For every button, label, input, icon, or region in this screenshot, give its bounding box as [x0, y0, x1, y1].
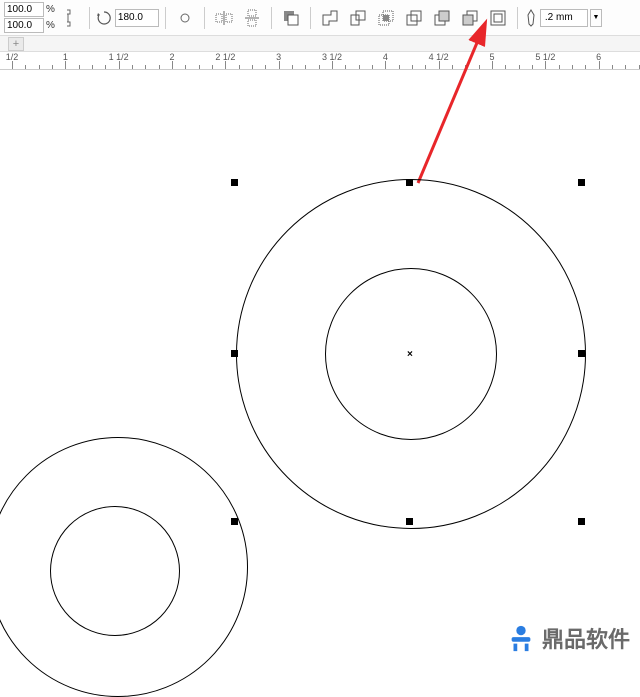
ruler-label: 4 1/2: [429, 52, 449, 62]
canvas-circle[interactable]: [50, 506, 180, 636]
selection-center-mark: ×: [407, 349, 413, 360]
scale-y-input[interactable]: [4, 18, 44, 33]
weld-icon[interactable]: [317, 5, 343, 31]
selection-handle[interactable]: [406, 518, 413, 525]
watermark-logo-icon: [506, 623, 536, 653]
back-minus-front-icon[interactable]: [457, 5, 483, 31]
outline-width-input[interactable]: [540, 9, 588, 27]
lock-ratio-icon[interactable]: [57, 5, 83, 31]
selection-handle[interactable]: [231, 518, 238, 525]
simplify-icon[interactable]: [401, 5, 427, 31]
divider: [271, 7, 272, 29]
divider: [310, 7, 311, 29]
add-tab-button[interactable]: +: [8, 37, 24, 51]
selection-handle[interactable]: [578, 179, 585, 186]
property-toolbar: % %: [0, 0, 640, 36]
ruler-label: 2: [169, 52, 174, 62]
scale-unit: %: [46, 20, 55, 31]
scale-x-input[interactable]: [4, 2, 44, 17]
ruler-label: 3: [276, 52, 281, 62]
ruler-label: 1 1/2: [109, 52, 129, 62]
selection-handle[interactable]: [578, 350, 585, 357]
circle-marker-icon[interactable]: [172, 5, 198, 31]
selection-handle[interactable]: [578, 518, 585, 525]
order-icon[interactable]: [278, 5, 304, 31]
pen-icon: [524, 9, 538, 27]
ruler-label: 3 1/2: [322, 52, 342, 62]
horizontal-ruler: 1/2 1 1 1/2 2 2 1/2 3 3 1/2 4 4 1/2 5 5 1/2 6: [0, 52, 640, 70]
scale-fields: % %: [4, 2, 55, 33]
outline-width-field: ▼: [524, 9, 602, 27]
document-tab-bar: +: [0, 36, 640, 52]
divider: [89, 7, 90, 29]
rotation-input[interactable]: [115, 9, 159, 27]
rotation-field: [96, 9, 159, 27]
ruler-label: 4: [383, 52, 388, 62]
ruler-label: 6: [596, 52, 601, 62]
boundary-icon[interactable]: [485, 5, 511, 31]
canvas-area[interactable]: ×: [0, 70, 640, 660]
outline-dropdown[interactable]: ▼: [590, 9, 602, 27]
ruler-label: 5 1/2: [535, 52, 555, 62]
watermark-text: 鼎品软件: [542, 622, 630, 654]
divider: [204, 7, 205, 29]
front-minus-back-icon[interactable]: [429, 5, 455, 31]
ruler-label: 1/2: [6, 52, 19, 62]
selection-handle[interactable]: [231, 350, 238, 357]
ruler-label: 2 1/2: [215, 52, 235, 62]
rotate-icon: [96, 10, 112, 26]
selection-handle[interactable]: [231, 179, 238, 186]
mirror-horizontal-icon[interactable]: [211, 5, 237, 31]
mirror-vertical-icon[interactable]: [239, 5, 265, 31]
ruler-label: 1: [63, 52, 68, 62]
divider: [517, 7, 518, 29]
intersect-icon[interactable]: [373, 5, 399, 31]
scale-unit: %: [46, 4, 55, 15]
trim-icon[interactable]: [345, 5, 371, 31]
divider: [165, 7, 166, 29]
selection-handle[interactable]: [406, 179, 413, 186]
watermark: 鼎品软件: [506, 622, 630, 654]
ruler-label: 5: [489, 52, 494, 62]
